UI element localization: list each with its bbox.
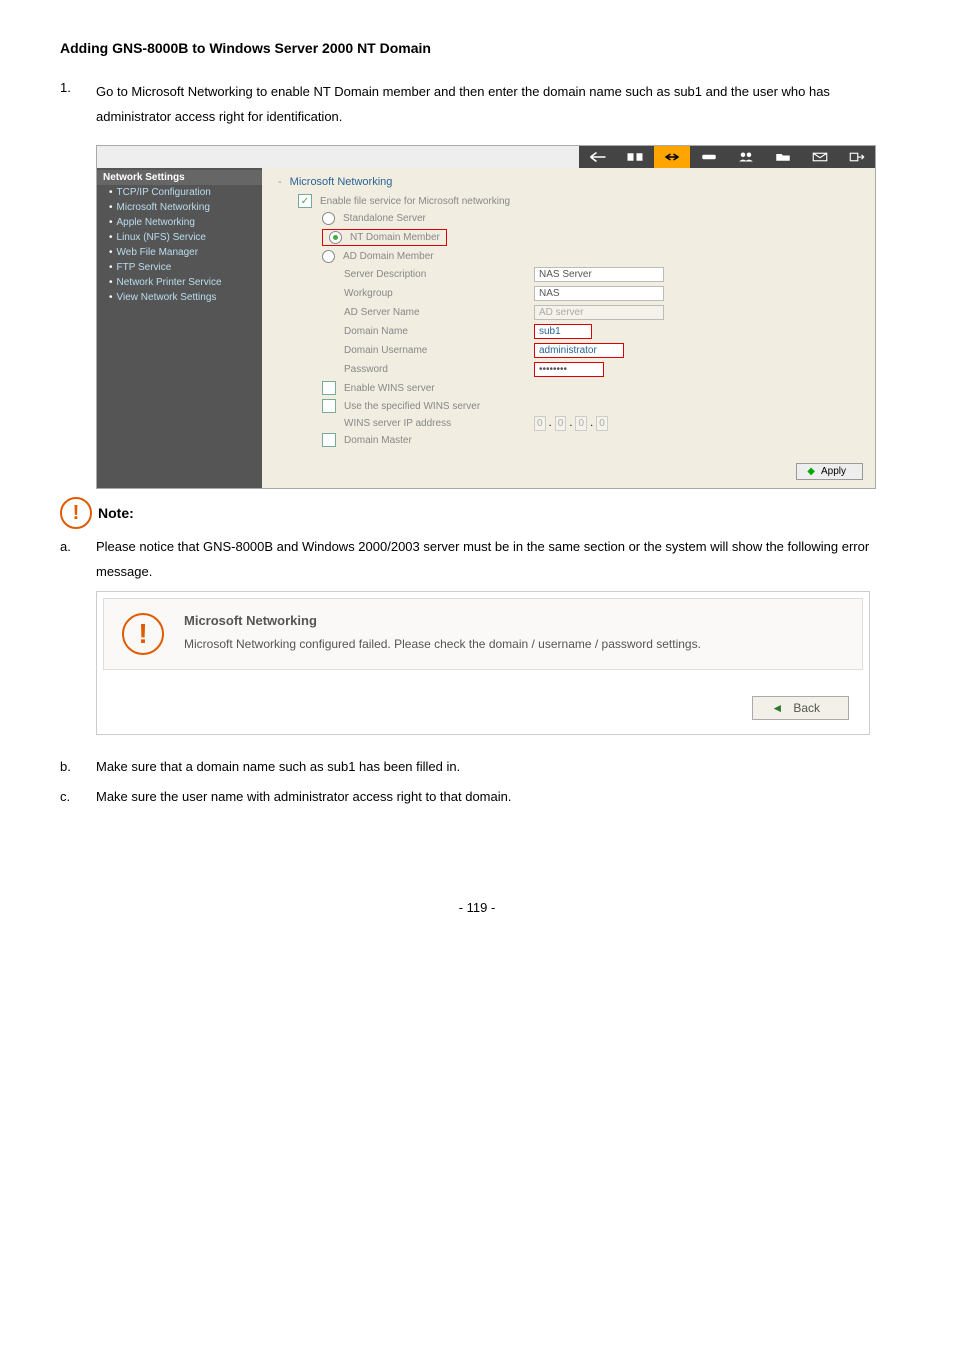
adserver-input[interactable]: AD server (534, 305, 664, 320)
radio-ntdomain[interactable] (329, 231, 342, 244)
note-c: c. Make sure the user name with administ… (60, 785, 894, 810)
domainname-input[interactable]: sub1 (534, 324, 592, 339)
domainuser-input[interactable]: administrator (534, 343, 624, 358)
toolbar-icon-exit[interactable] (838, 146, 875, 168)
ip-oct-4[interactable]: 0 (596, 416, 608, 431)
toolbar-icon-disk[interactable] (616, 146, 653, 168)
letter-c: c. (60, 785, 80, 810)
workgroup-label: Workgroup (322, 288, 534, 299)
note-b: b. Make sure that a domain name such as … (60, 755, 894, 780)
wins-ip-label: WINS server IP address (322, 418, 534, 429)
sidebar-header: Network Settings (97, 170, 262, 185)
password-label: Password (322, 364, 534, 375)
enable-label: Enable file service for Microsoft networ… (320, 196, 510, 207)
server-desc-input[interactable]: NAS Server (534, 267, 664, 282)
error-panel: ! Microsoft Networking Microsoft Network… (96, 591, 870, 735)
back-arrow-icon: ◄ (771, 701, 783, 715)
toolbar-icon-mail[interactable] (801, 146, 838, 168)
server-desc-label: Server Description (322, 269, 534, 280)
error-heading: Microsoft Networking (184, 613, 844, 628)
step-number: 1. (60, 80, 80, 139)
radio-standalone[interactable] (322, 212, 335, 225)
page-title: Adding GNS-8000B to Windows Server 2000 … (60, 40, 894, 56)
note-a: a. Please notice that GNS-8000B and Wind… (60, 535, 894, 584)
back-button[interactable]: ◄Back (752, 696, 849, 720)
wins-specified-label: Use the specified WINS server (344, 401, 480, 412)
note-label: Note: (98, 505, 134, 521)
sidebar: Network Settings •TCP/IP Configuration •… (97, 168, 262, 488)
domain-master-label: Domain Master (344, 435, 412, 446)
ip-oct-1[interactable]: 0 (534, 416, 546, 431)
ip-oct-2[interactable]: 0 (555, 416, 567, 431)
error-body: Microsoft Networking configured failed. … (184, 636, 844, 653)
enable-row: ✓ Enable file service for Microsoft netw… (298, 194, 863, 208)
note-heading: ! Note: (60, 497, 894, 529)
domain-master-checkbox[interactable] (322, 433, 336, 447)
addomain-label: AD Domain Member (343, 251, 434, 262)
ip-oct-3[interactable]: 0 (575, 416, 587, 431)
adserver-label: AD Server Name (322, 307, 534, 318)
sidebar-item-ftp[interactable]: •FTP Service (97, 260, 262, 275)
apply-button[interactable]: ◆Apply (796, 463, 863, 480)
toolbar-icon-folder[interactable] (764, 146, 801, 168)
pane-title: -Microsoft Networking (278, 176, 863, 188)
warning-icon: ! (60, 497, 92, 529)
toolbar-icon-drive[interactable] (690, 146, 727, 168)
sidebar-item-tcpip[interactable]: •TCP/IP Configuration (97, 185, 262, 200)
password-input[interactable]: •••••••• (534, 362, 604, 377)
toolbar-icon-users[interactable] (727, 146, 764, 168)
domainname-label: Domain Name (322, 326, 534, 337)
note-c-text: Make sure the user name with administrat… (96, 785, 511, 810)
main-pane: -Microsoft Networking ✓ Enable file serv… (262, 168, 875, 488)
toolbar-icon-network[interactable] (653, 146, 690, 168)
letter-b: b. (60, 755, 80, 780)
sidebar-item-msnet[interactable]: •Microsoft Networking (97, 200, 262, 215)
ntdomain-label: NT Domain Member (350, 232, 440, 243)
step-text: Go to Microsoft Networking to enable NT … (96, 80, 894, 129)
app-toolbar (97, 146, 875, 168)
step-1: 1. Go to Microsoft Networking to enable … (60, 80, 894, 139)
sidebar-item-apple[interactable]: •Apple Networking (97, 215, 262, 230)
workgroup-input[interactable]: NAS (534, 286, 664, 301)
toolbar-icon-nav[interactable] (579, 146, 616, 168)
wins-enable-label: Enable WINS server (344, 383, 435, 394)
error-warning-icon: ! (122, 613, 164, 655)
wins-specified-checkbox[interactable] (322, 399, 336, 413)
enable-checkbox[interactable]: ✓ (298, 194, 312, 208)
domainuser-label: Domain Username (322, 345, 534, 356)
sidebar-item-printer[interactable]: •Network Printer Service (97, 275, 262, 290)
sidebar-item-view[interactable]: •View Network Settings (97, 290, 262, 305)
sidebar-item-nfs[interactable]: •Linux (NFS) Service (97, 230, 262, 245)
sidebar-item-web[interactable]: •Web File Manager (97, 245, 262, 260)
note-a-text: Please notice that GNS-8000B and Windows… (96, 535, 894, 584)
standalone-label: Standalone Server (343, 213, 426, 224)
radio-addomain[interactable] (322, 250, 335, 263)
app-screenshot: Network Settings •TCP/IP Configuration •… (96, 145, 876, 489)
page-number: - 119 - (60, 900, 894, 915)
wins-enable-checkbox[interactable] (322, 381, 336, 395)
note-b-text: Make sure that a domain name such as sub… (96, 755, 460, 780)
apply-icon: ◆ (807, 466, 815, 477)
nt-domain-highlight: NT Domain Member (322, 229, 447, 246)
letter-a: a. (60, 535, 80, 584)
